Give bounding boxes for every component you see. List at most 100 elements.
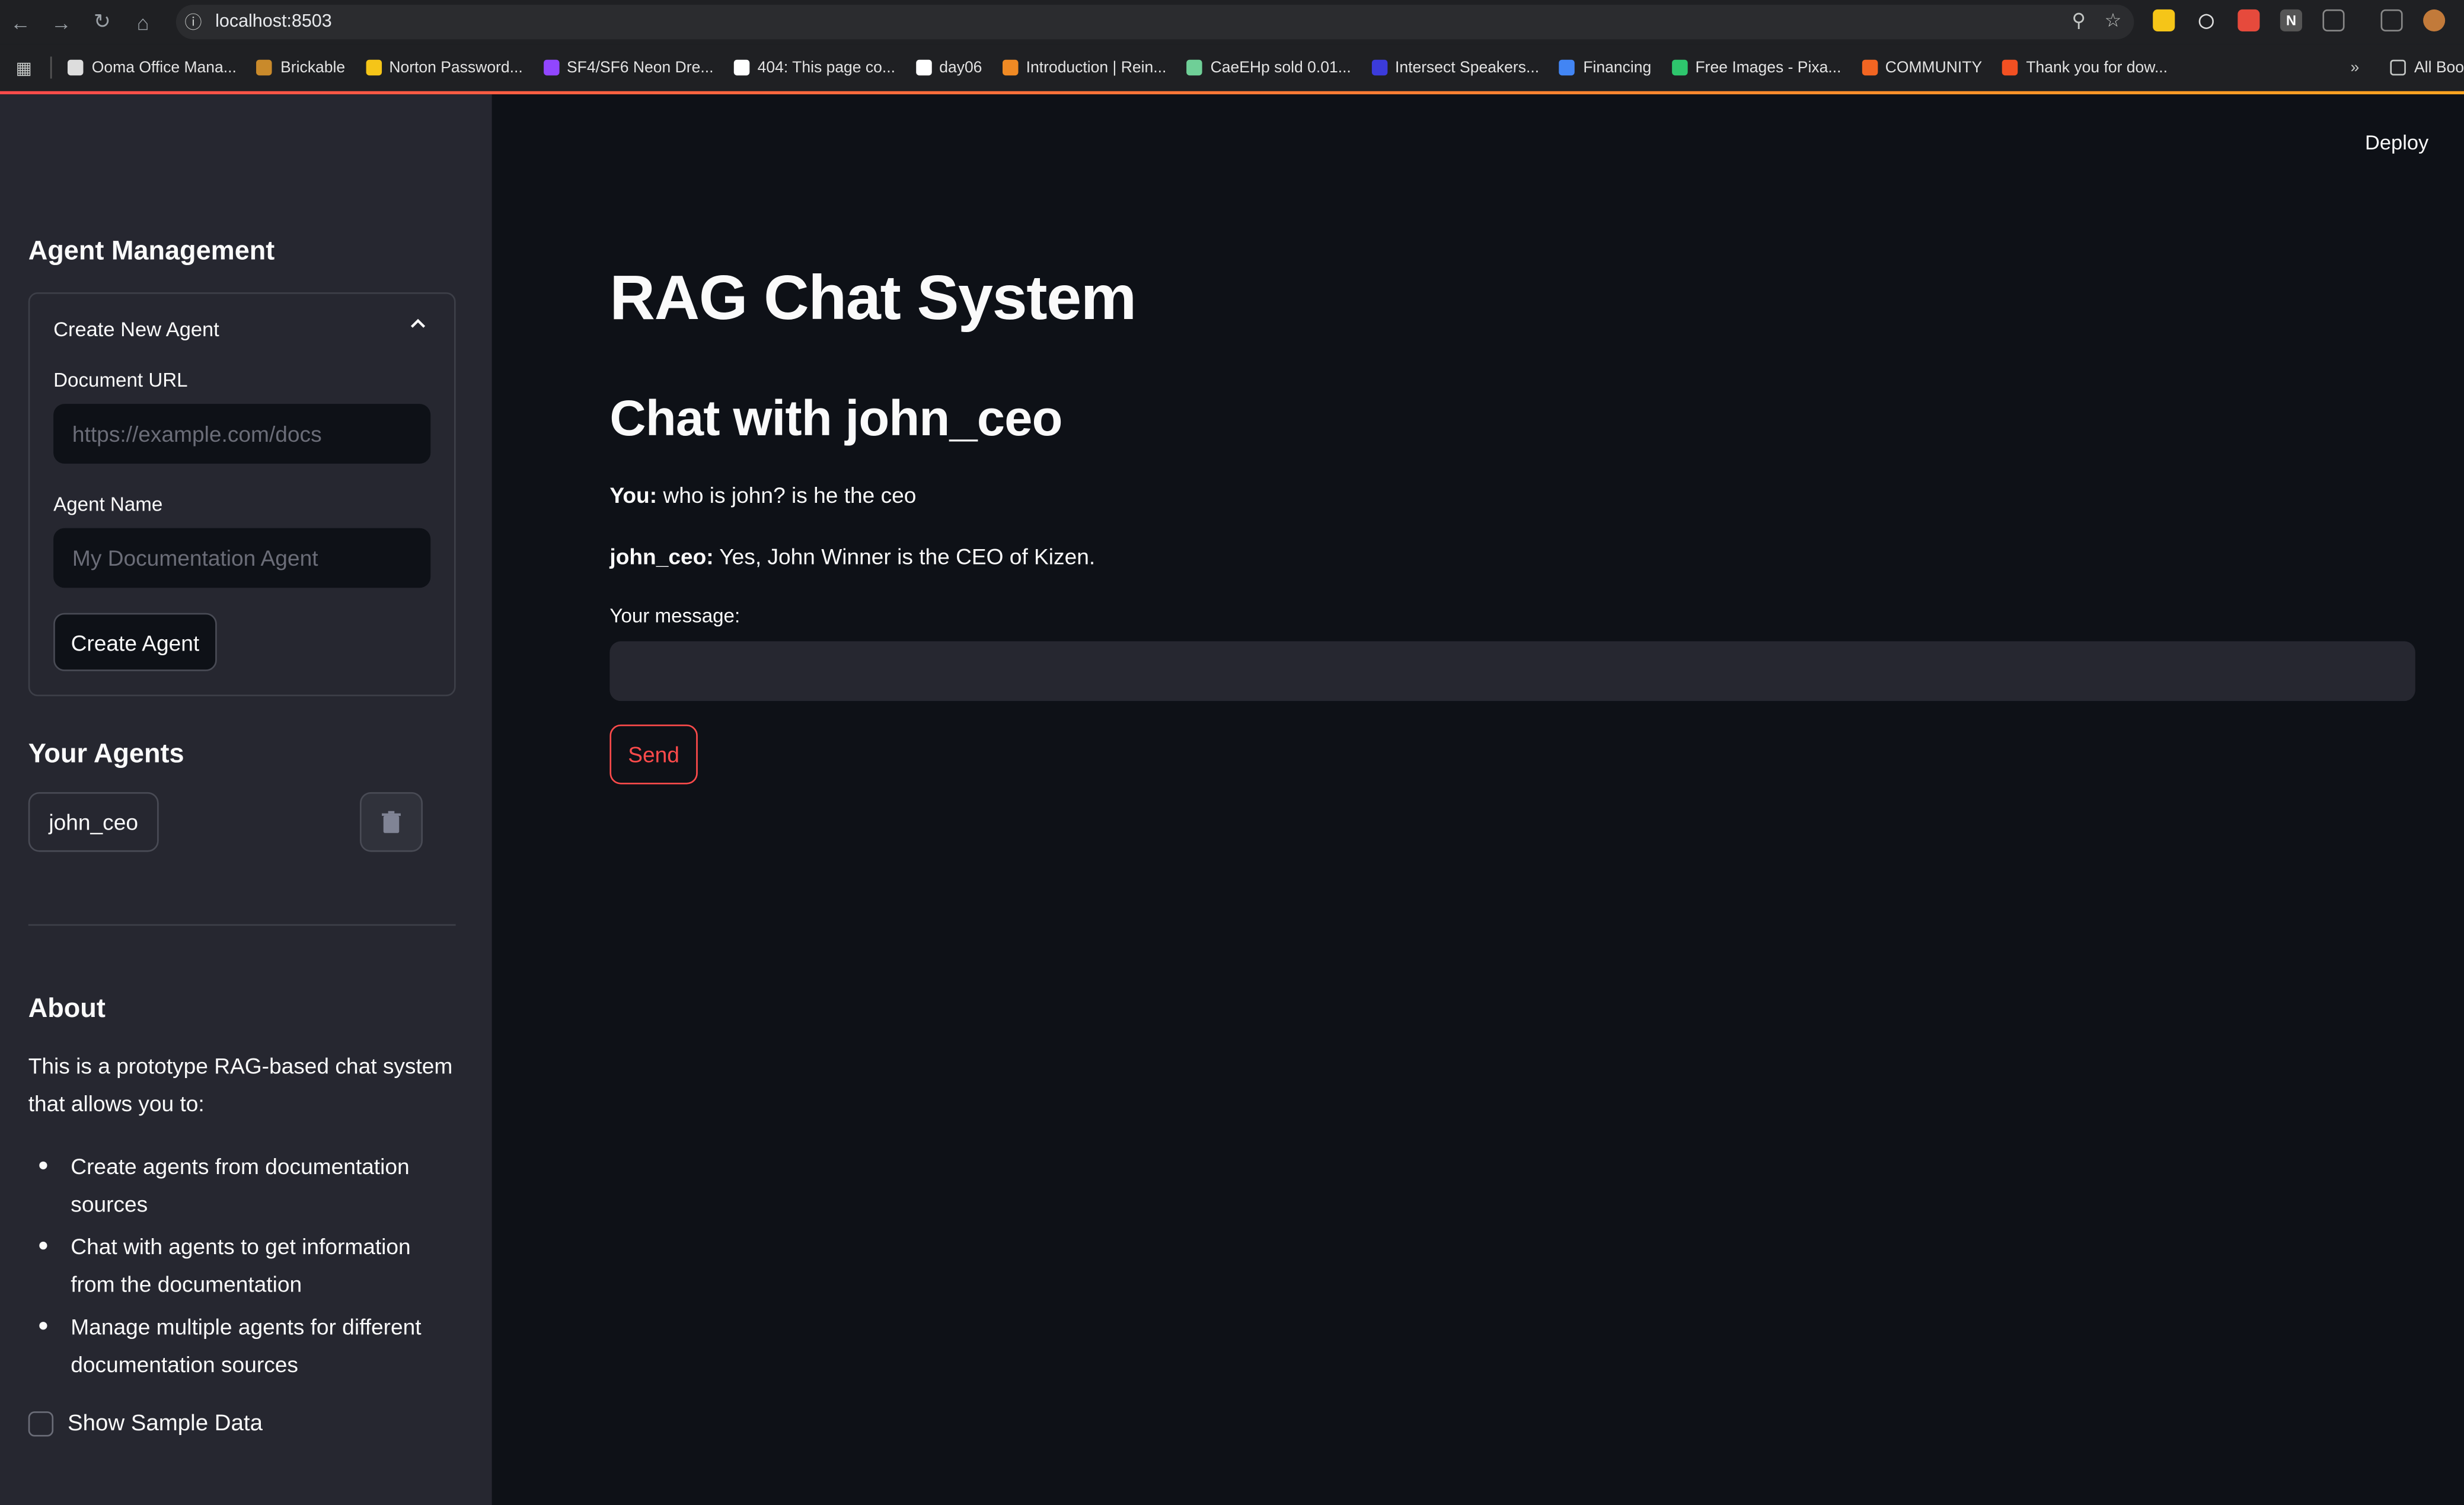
bookmark-favicon-icon [1559, 59, 1576, 76]
show-sample-data-checkbox[interactable] [28, 1411, 54, 1437]
bookmark-item[interactable]: Free Images - Pixa... [1671, 59, 1841, 76]
document-url-input[interactable] [53, 404, 431, 464]
bookmark-item[interactable]: 404: This page co... [733, 59, 895, 76]
bookmarks-overflow: » All Boo [2338, 44, 2464, 91]
reading-list-icon[interactable] [2380, 9, 2403, 32]
browser-toolbar: ← → ↻ ⌂ ⓘ localhost:8503 ⚲ ☆ ◯ N [0, 0, 2464, 44]
bookmark-label: CaeEHp sold 0.01... [1210, 59, 1351, 76]
apps-grid-icon[interactable]: ▦ [16, 58, 33, 78]
sidebar-divider [28, 924, 456, 926]
bookmark-item[interactable]: day06 [915, 59, 982, 76]
bookmark-item[interactable]: CaeEHp sold 0.01... [1186, 59, 1351, 76]
extension-notion-icon[interactable]: N [2280, 9, 2302, 32]
bookmark-favicon-icon [2002, 59, 2019, 76]
bookmark-favicon-icon [1371, 59, 1387, 76]
bookmark-label: Norton Password... [389, 59, 523, 76]
page-title: RAG Chat System [609, 264, 1137, 333]
bookmark-label: Brickable [280, 59, 346, 76]
create-agent-button[interactable]: Create Agent [53, 613, 217, 671]
create-agent-expander: Create New Agent Document URL Agent Name… [28, 292, 456, 697]
message-input-label: Your message: [609, 605, 741, 627]
about-list: Create agents from documentation sources… [28, 1147, 461, 1388]
your-agents-heading: Your Agents [28, 738, 184, 769]
message-input[interactable] [609, 641, 2415, 702]
delete-agent-button[interactable] [359, 792, 423, 852]
sidebar: Agent Management Create New Agent Docume… [0, 94, 492, 1505]
send-button[interactable]: Send [609, 724, 698, 785]
bookmark-favicon-icon [1861, 59, 1878, 76]
extensions-bar: ◯ N [2153, 9, 2446, 32]
bookmark-favicon-icon [915, 59, 931, 76]
expander-title[interactable]: Create New Agent [53, 317, 219, 341]
chat-message-agent: john_ceo: Yes, John Winner is the CEO of… [609, 544, 1095, 569]
bookmark-favicon-icon [257, 59, 273, 76]
agent-john-ceo-button[interactable]: john_ceo [28, 792, 159, 852]
extension-icon[interactable] [2153, 9, 2175, 32]
bookmark-item[interactable]: COMMUNITY [1861, 59, 1982, 76]
bookmark-item[interactable]: Financing [1559, 59, 1652, 76]
bookmarks-divider [50, 56, 53, 79]
forward-icon[interactable]: → [41, 0, 82, 44]
zoom-icon[interactable]: ⚲ [2072, 9, 2086, 31]
message-speaker: john_ceo: [609, 544, 714, 569]
bookmark-list: Ooma Office Mana... Brickable Norton Passw… [68, 59, 2188, 76]
bookmark-favicon-icon [68, 59, 84, 76]
trash-icon [382, 810, 401, 833]
all-bookmarks-folder[interactable]: All Boo [2390, 59, 2464, 76]
list-item: Manage multiple agents for different doc… [28, 1308, 461, 1383]
chat-title: Chat with john_ceo [609, 390, 1062, 447]
home-icon[interactable]: ⌂ [123, 0, 164, 44]
chevron-up-icon[interactable] [410, 316, 426, 332]
sidebar-heading: Agent Management [28, 235, 275, 266]
chat-message-user: You: who is john? is he the ceo [609, 483, 916, 508]
bookmark-favicon-icon [543, 59, 559, 76]
list-item: Create agents from documentation sources [28, 1147, 461, 1223]
address-bar[interactable]: ⓘ localhost:8503 ⚲ ☆ [175, 4, 2134, 40]
bookmark-item[interactable]: Ooma Office Mana... [68, 59, 237, 76]
bookmark-label: Thank you for dow... [2026, 59, 2168, 76]
message-text: who is john? is he the ceo [663, 482, 917, 508]
bookmark-item[interactable]: Brickable [257, 59, 345, 76]
document-url-label: Document URL [53, 369, 188, 391]
app-root: ← → ↻ ⌂ ⓘ localhost:8503 ⚲ ☆ ◯ N ▦ Ooma … [0, 0, 2464, 1505]
about-text: This is a prototype RAG-based chat syste… [28, 1053, 453, 1116]
message-speaker: You: [609, 482, 658, 508]
bookmark-item[interactable]: Introduction | Rein... [1002, 59, 1167, 76]
bookmark-label: Intersect Speakers... [1395, 59, 1540, 76]
bookmark-favicon-icon [733, 59, 750, 76]
show-sample-data-row[interactable]: Show Sample Data [28, 1411, 263, 1437]
site-info-icon[interactable]: ⓘ [176, 9, 210, 34]
agent-name-label: Agent Name [53, 493, 163, 516]
bookmark-item[interactable]: Thank you for dow... [2002, 59, 2168, 76]
bookmark-favicon-icon [365, 59, 382, 76]
message-text: Yes, John Winner is the CEO of Kizen. [719, 544, 1096, 569]
bookmark-label: Introduction | Rein... [1026, 59, 1167, 76]
address-url[interactable]: localhost:8503 [215, 12, 332, 31]
bookmark-item[interactable]: Norton Password... [365, 59, 523, 76]
show-sample-data-label[interactable]: Show Sample Data [68, 1411, 263, 1436]
bookmark-favicon-icon [1671, 59, 1688, 76]
about-heading: About [28, 993, 106, 1023]
bookmark-star-icon[interactable]: ☆ [2105, 9, 2122, 31]
extension-glasses-icon[interactable]: ◯ [2195, 9, 2217, 32]
extension-icon[interactable] [2238, 9, 2260, 32]
profile-avatar[interactable] [2423, 9, 2446, 32]
deploy-button[interactable]: Deploy [2365, 130, 2428, 154]
back-icon[interactable]: ← [0, 0, 41, 44]
chevron-double-right-icon[interactable]: » [2350, 59, 2359, 76]
reload-icon[interactable]: ↻ [82, 0, 123, 44]
bookmark-label: day06 [939, 59, 982, 76]
bookmark-item[interactable]: SF4/SF6 Neon Dre... [543, 59, 713, 76]
bookmark-label: SF4/SF6 Neon Dre... [566, 59, 714, 76]
folder-icon [2390, 59, 2406, 76]
bookmark-item[interactable]: Intersect Speakers... [1371, 59, 1539, 76]
bookmark-favicon-icon [1186, 59, 1203, 76]
all-bookmarks-label: All Boo [2414, 59, 2464, 76]
bookmarks-bar: ▦ Ooma Office Mana... Brickable Norton Pas… [0, 44, 2464, 91]
list-item: Chat with agents to get information from… [28, 1227, 461, 1303]
bookmark-label: Financing [1583, 59, 1652, 76]
extensions-puzzle-icon[interactable] [2322, 9, 2345, 32]
bookmark-favicon-icon [1002, 59, 1019, 76]
bookmark-label: 404: This page co... [757, 59, 895, 76]
agent-name-input[interactable] [53, 528, 431, 588]
